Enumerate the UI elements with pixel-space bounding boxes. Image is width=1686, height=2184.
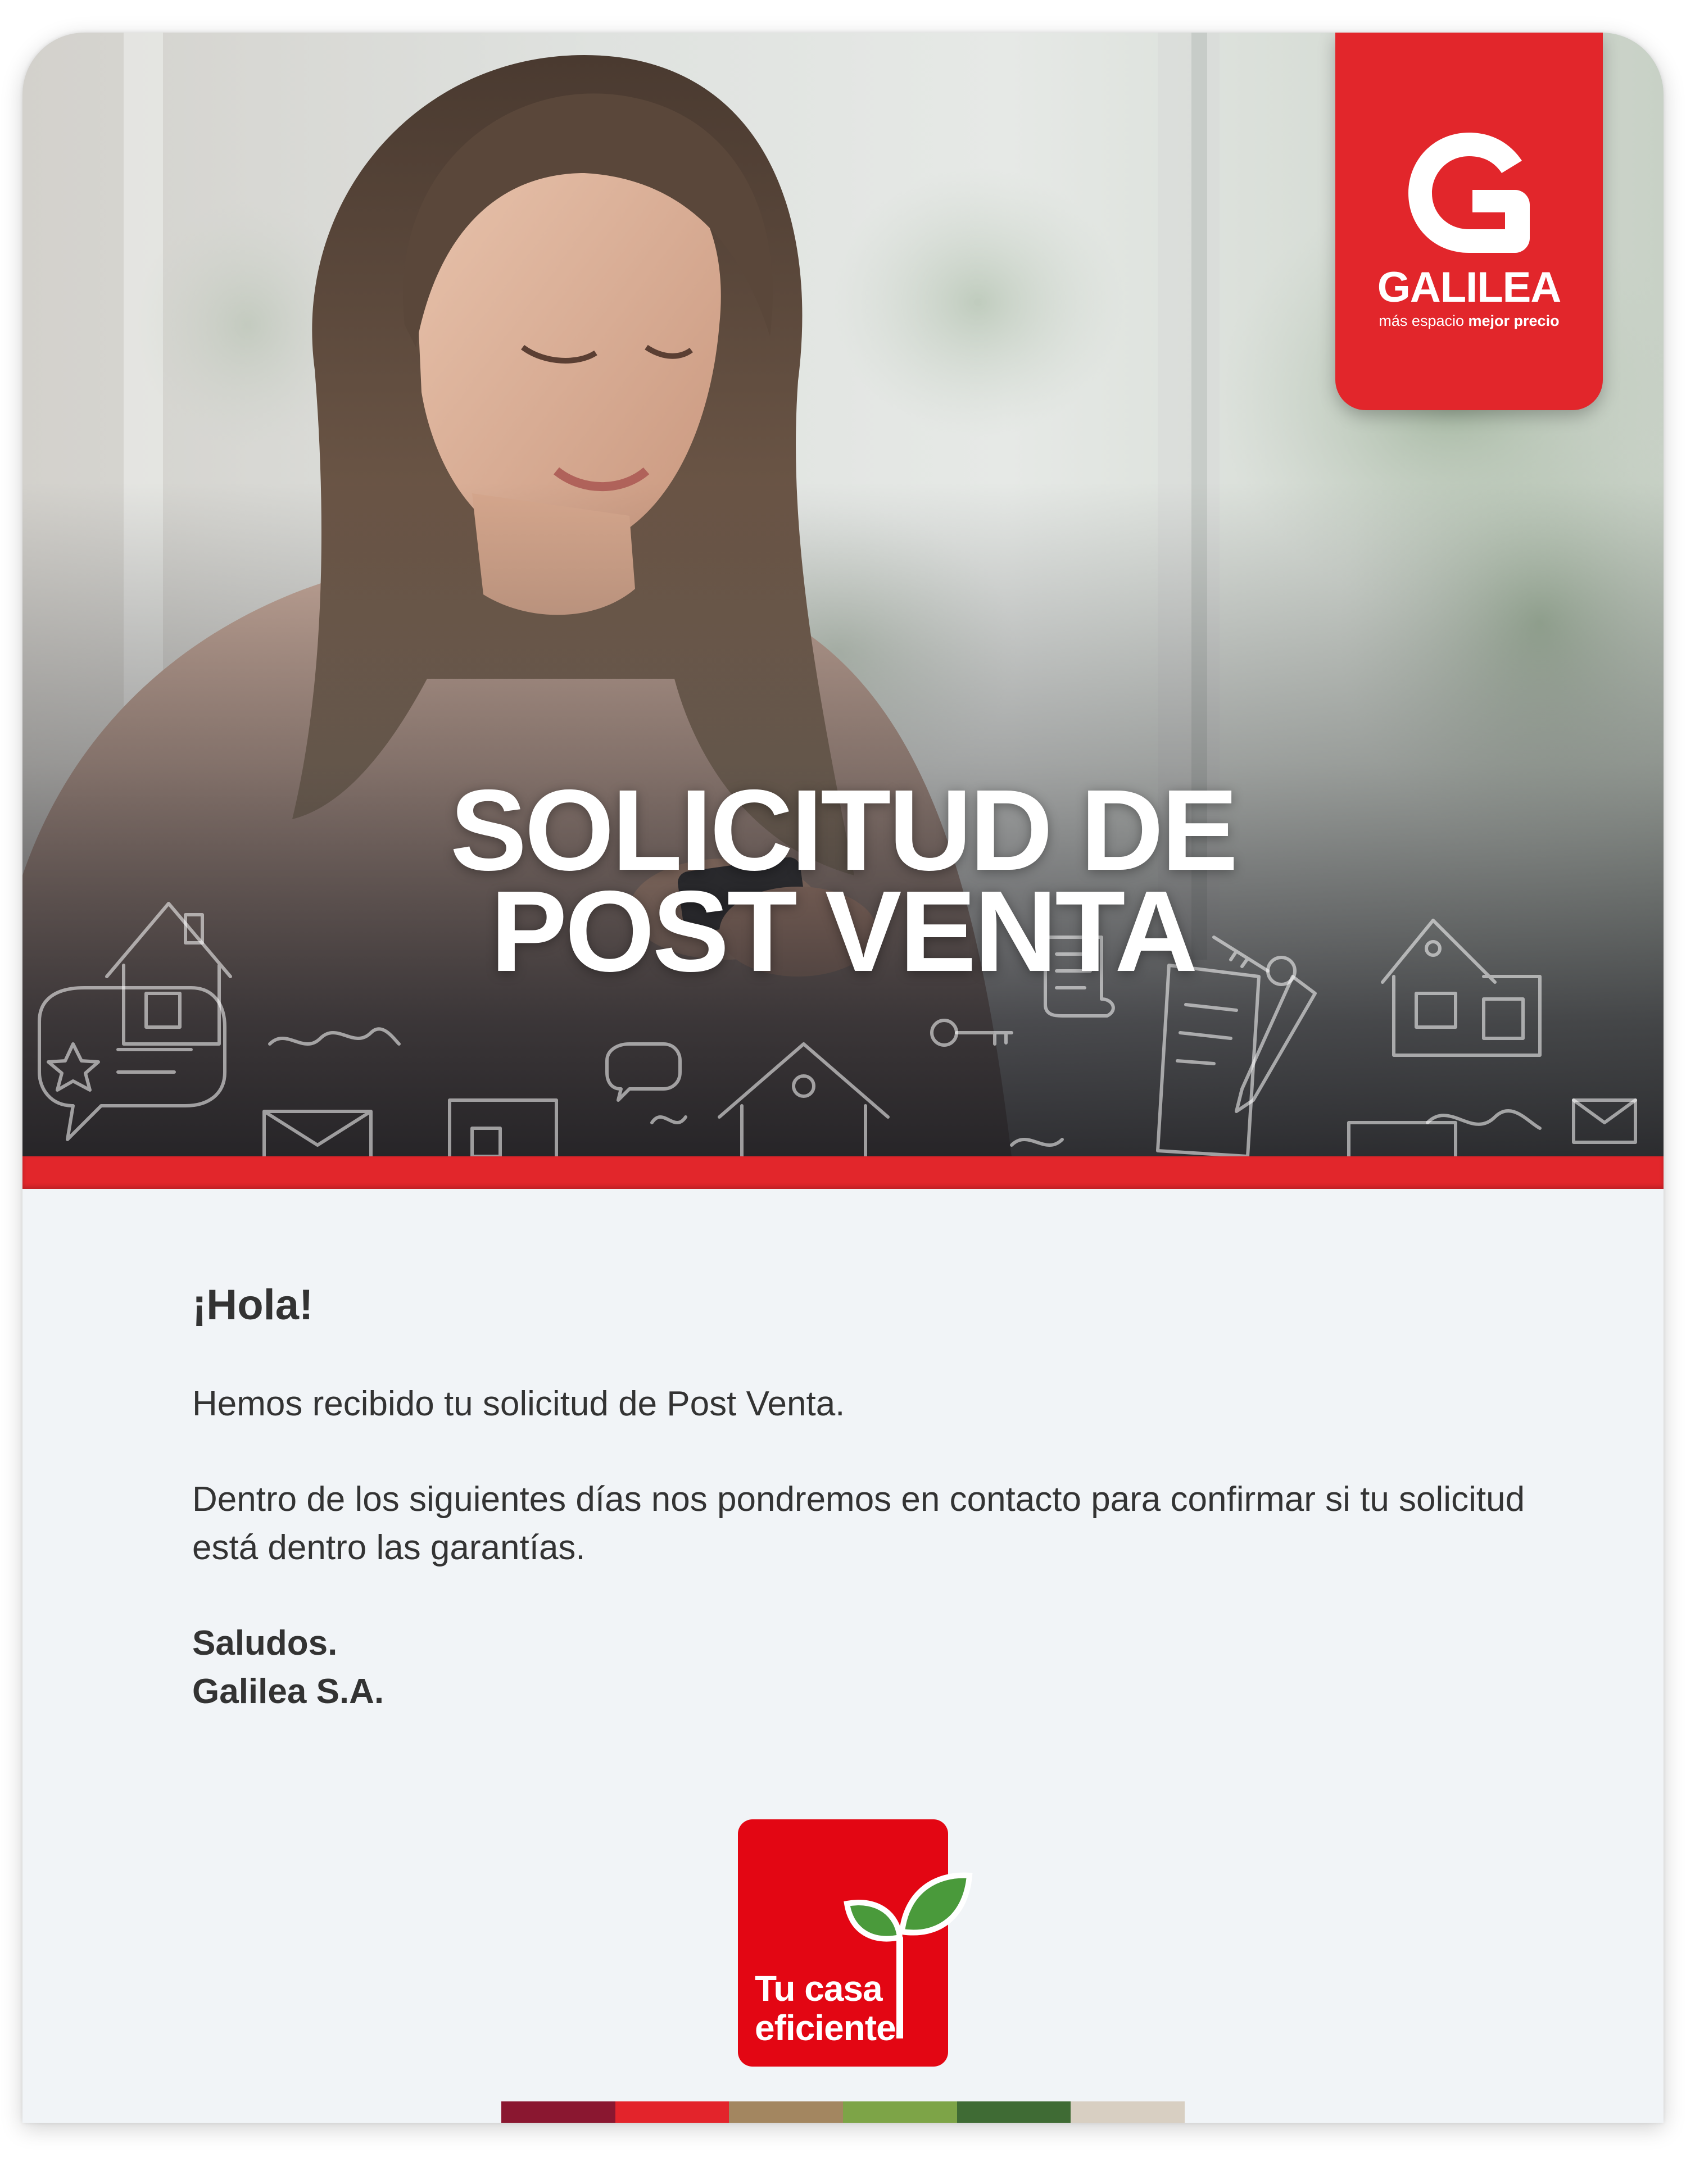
- message-body: ¡Hola! Hemos recibido tu solicitud de Po…: [192, 1280, 1530, 1716]
- hero-title-line1: SOLICITUD DE: [450, 766, 1238, 895]
- hero-title-line2: POST VENTA: [490, 867, 1198, 996]
- color-strip-segment: [615, 2101, 729, 2123]
- color-strip: [501, 2101, 1185, 2123]
- greeting: ¡Hola!: [192, 1281, 314, 1329]
- color-strip-segment: [501, 2101, 615, 2123]
- signature-block: Saludos. Galilea S.A.: [192, 1619, 1530, 1716]
- color-strip-segment: [843, 2101, 957, 2123]
- signature: Galilea S.A.: [192, 1672, 384, 1711]
- badge-line1: Tu casa: [755, 1968, 883, 2009]
- hero-red-divider: [22, 1156, 1664, 1189]
- brand-tagline-bold: mejor precio: [1468, 312, 1560, 329]
- badge-label: Tu casa eficiente: [755, 1969, 896, 2047]
- color-strip-segment: [957, 2101, 1071, 2123]
- email-card: SOLICITUD DE POST VENTA GALILEA más espa…: [22, 33, 1664, 2123]
- color-strip-segment: [729, 2101, 844, 2123]
- tu-casa-eficiente-badge: Tu casa eficiente: [738, 1819, 973, 2067]
- color-strip-segment: [1071, 2101, 1185, 2123]
- brand-name: GALILEA: [1377, 264, 1562, 311]
- hero-title: SOLICITUD DE POST VENTA: [22, 766, 1664, 996]
- brand-tagline-regular: más espacio: [1379, 312, 1464, 329]
- hero-banner: SOLICITUD DE POST VENTA GALILEA más espa…: [22, 33, 1664, 1156]
- badge-line2: eficiente: [755, 2008, 896, 2048]
- closing: Saludos.: [192, 1624, 338, 1663]
- galilea-g-icon: [1408, 133, 1530, 253]
- brand-tagline: más espacio mejor precio: [1335, 312, 1603, 330]
- message-paragraph-2: Dentro de los siguientes días nos pondre…: [192, 1480, 1525, 1567]
- message-paragraph-1: Hemos recibido tu solicitud de Post Vent…: [192, 1384, 845, 1423]
- galilea-logo[interactable]: GALILEA más espacio mejor precio: [1335, 33, 1603, 410]
